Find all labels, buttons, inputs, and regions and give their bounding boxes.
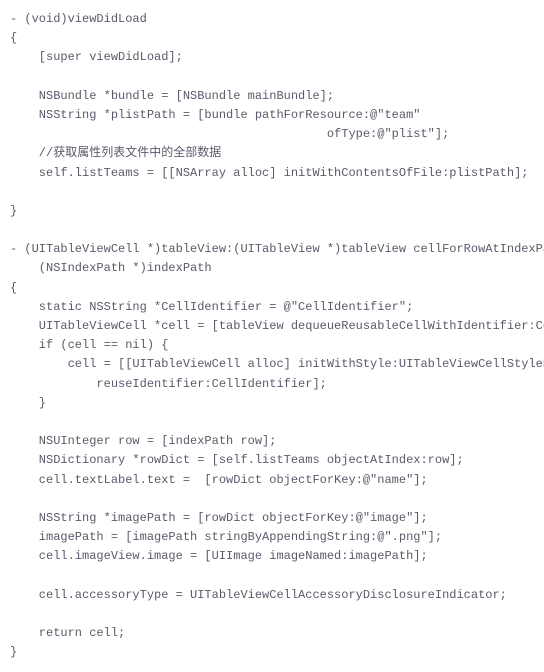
code-block: - (void)viewDidLoad { [super viewDidLoad… (0, 0, 544, 672)
